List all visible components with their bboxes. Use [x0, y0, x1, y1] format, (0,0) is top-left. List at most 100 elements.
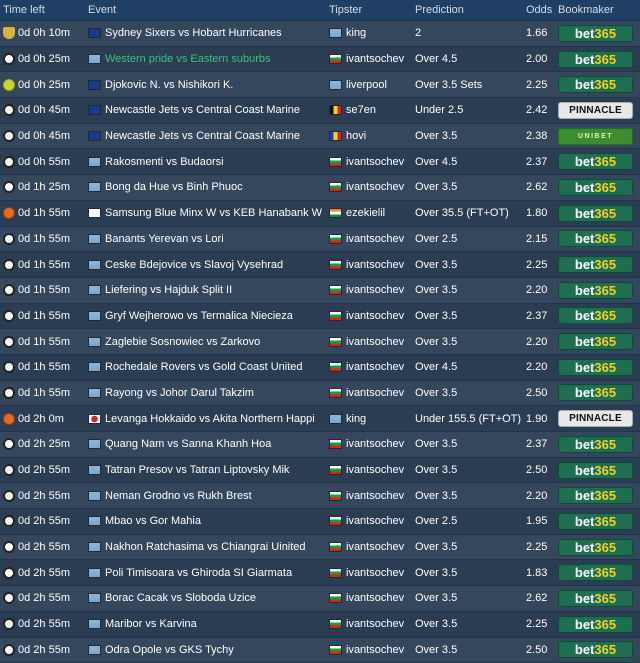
tipster-link[interactable]: ivantsochev	[346, 490, 404, 502]
event-link[interactable]: Odra Opole vs GKS Tychy	[105, 644, 234, 656]
table-row[interactable]: 0d 2h 55mTatran Presov vs Tatran Liptovs…	[0, 458, 640, 484]
table-row[interactable]: 0d 2h 55mPoli Timisoara vs Ghiroda SI Gi…	[0, 560, 640, 586]
bet365-logo[interactable]: bet365	[558, 513, 633, 530]
table-row[interactable]: 0d 1h 55mCeske Bdejovice vs Slavoj Vyseh…	[0, 252, 640, 278]
bet365-logo[interactable]: bet365	[558, 282, 633, 299]
event-link[interactable]: Bong da Hue vs Binh Phuoc	[105, 181, 243, 193]
unibet-logo[interactable]: UNIBET	[558, 128, 633, 145]
tipster-link[interactable]: ivantsochev	[346, 361, 404, 373]
table-row[interactable]: 0d 2h 55mNeman Grodno vs Rukh Brestivant…	[0, 483, 640, 509]
table-row[interactable]: 0d 0h 55mRakosmenti vs Budaorsiivantsoch…	[0, 149, 640, 175]
bet365-logo[interactable]: bet365	[558, 359, 633, 376]
tipster-link[interactable]: ivantsochev	[346, 310, 404, 322]
tipster-link[interactable]: ivantsochev	[346, 156, 404, 168]
event-link[interactable]: Rakosmenti vs Budaorsi	[105, 156, 224, 168]
pinnacle-logo[interactable]: PINNACLE	[558, 102, 633, 119]
event-link[interactable]: Quang Nam vs Sanna Khanh Hoa	[105, 438, 271, 450]
tipster-link[interactable]: ivantsochev	[346, 336, 404, 348]
header-event[interactable]: Event	[84, 4, 327, 16]
tipster-link[interactable]: hovi	[346, 130, 366, 142]
table-row[interactable]: 0d 0h 45mNewcastle Jets vs Central Coast…	[0, 124, 640, 150]
table-row[interactable]: 0d 2h 55mOdra Opole vs GKS Tychyivantsoc…	[0, 638, 640, 663]
header-prediction[interactable]: Prediction	[412, 4, 522, 16]
table-row[interactable]: 0d 2h 55mMaribor vs KarvinaivantsochevOv…	[0, 612, 640, 638]
event-link[interactable]: Tatran Presov vs Tatran Liptovsky Mik	[105, 464, 289, 476]
bet365-logo[interactable]: bet365	[558, 230, 633, 247]
event-link[interactable]: Ceske Bdejovice vs Slavoj Vysehrad	[105, 259, 283, 271]
table-row[interactable]: 0d 1h 25mBong da Hue vs Binh Phuocivants…	[0, 175, 640, 201]
bet365-logo[interactable]: bet365	[558, 25, 633, 42]
bet365-logo[interactable]: bet365	[558, 333, 633, 350]
event-link[interactable]: Djokovic N. vs Nishikori K.	[105, 79, 233, 91]
tipster-link[interactable]: ivantsochev	[346, 618, 404, 630]
event-link[interactable]: Samsung Blue Minx W vs KEB Hanabank W	[105, 207, 322, 219]
table-row[interactable]: 0d 0h 25mWestern pride vs Eastern suburb…	[0, 47, 640, 73]
header-bookmaker[interactable]: Bookmaker	[555, 4, 640, 16]
table-row[interactable]: 0d 2h 55mMbao vs Gor MahiaivantsochevOve…	[0, 509, 640, 535]
tipster-link[interactable]: se7en	[346, 104, 376, 116]
event-link[interactable]: Gryf Wejherowo vs Termalica Niecieza	[105, 310, 293, 322]
table-row[interactable]: 0d 1h 55mBanants Yerevan vs Loriivantsoc…	[0, 227, 640, 253]
bet365-logo[interactable]: bet365	[558, 616, 633, 633]
event-link[interactable]: Western pride vs Eastern suburbs	[105, 53, 270, 65]
table-row[interactable]: 0d 1h 55mZaglebie Sosnowiec vs Zarkovoiv…	[0, 329, 640, 355]
event-link[interactable]: Poli Timisoara vs Ghiroda SI Giarmata	[105, 567, 292, 579]
table-row[interactable]: 0d 0h 25mDjokovic N. vs Nishikori K.live…	[0, 72, 640, 98]
event-link[interactable]: Banants Yerevan vs Lori	[105, 233, 224, 245]
bet365-logo[interactable]: bet365	[558, 205, 633, 222]
tipster-link[interactable]: liverpool	[346, 79, 387, 91]
header-odds[interactable]: Odds	[522, 4, 555, 16]
bet365-logo[interactable]: bet365	[558, 539, 633, 556]
bet365-logo[interactable]: bet365	[558, 307, 633, 324]
tipster-link[interactable]: ivantsochev	[346, 438, 404, 450]
event-link[interactable]: Maribor vs Karvina	[105, 618, 197, 630]
bet365-logo[interactable]: bet365	[558, 51, 633, 68]
bet365-logo[interactable]: bet365	[558, 153, 633, 170]
bet365-logo[interactable]: bet365	[558, 590, 633, 607]
event-link[interactable]: Rochedale Rovers vs Gold Coast United	[105, 361, 302, 373]
tipster-link[interactable]: ivantsochev	[346, 541, 404, 553]
bet365-logo[interactable]: bet365	[558, 256, 633, 273]
bet365-logo[interactable]: bet365	[558, 462, 633, 479]
bet365-logo[interactable]: bet365	[558, 487, 633, 504]
event-link[interactable]: Sydney Sixers vs Hobart Hurricanes	[105, 27, 282, 39]
tipster-link[interactable]: ivantsochev	[346, 592, 404, 604]
bet365-logo[interactable]: bet365	[558, 436, 633, 453]
tipster-link[interactable]: king	[346, 413, 366, 425]
table-row[interactable]: 0d 1h 55mRayong vs Johor Darul Takzimiva…	[0, 381, 640, 407]
event-link[interactable]: Zaglebie Sosnowiec vs Zarkovo	[105, 336, 260, 348]
tipster-link[interactable]: ivantsochev	[346, 284, 404, 296]
event-link[interactable]: Levanga Hokkaido vs Akita Northern Happi	[105, 413, 315, 425]
table-row[interactable]: 0d 2h 25mQuang Nam vs Sanna Khanh Hoaiva…	[0, 432, 640, 458]
header-time-left[interactable]: Time left	[0, 4, 84, 16]
table-row[interactable]: 0d 0h 10mSydney Sixers vs Hobart Hurrica…	[0, 21, 640, 47]
bet365-logo[interactable]: bet365	[558, 641, 633, 658]
event-link[interactable]: Mbao vs Gor Mahia	[105, 515, 201, 527]
tipster-link[interactable]: ivantsochev	[346, 644, 404, 656]
table-row[interactable]: 0d 0h 45mNewcastle Jets vs Central Coast…	[0, 98, 640, 124]
tipster-link[interactable]: ivantsochev	[346, 53, 404, 65]
table-row[interactable]: 0d 1h 55mSamsung Blue Minx W vs KEB Hana…	[0, 201, 640, 227]
event-link[interactable]: Newcastle Jets vs Central Coast Marine	[105, 104, 300, 116]
tipster-link[interactable]: ivantsochev	[346, 259, 404, 271]
tipster-link[interactable]: ivantsochev	[346, 181, 404, 193]
bet365-logo[interactable]: bet365	[558, 76, 633, 93]
table-row[interactable]: 0d 1h 55mGryf Wejherowo vs Termalica Nie…	[0, 304, 640, 330]
tipster-link[interactable]: king	[346, 27, 366, 39]
header-tipster[interactable]: Tipster	[327, 4, 412, 16]
bet365-logo[interactable]: bet365	[558, 384, 633, 401]
table-row[interactable]: 0d 2h 0mLevanga Hokkaido vs Akita Northe…	[0, 406, 640, 432]
event-link[interactable]: Nakhon Ratchasima vs Chiangrai Uinited	[105, 541, 306, 553]
event-link[interactable]: Newcastle Jets vs Central Coast Marine	[105, 130, 300, 142]
tipster-link[interactable]: ivantsochev	[346, 567, 404, 579]
bet365-logo[interactable]: bet365	[558, 564, 633, 581]
tipster-link[interactable]: ivantsochev	[346, 387, 404, 399]
event-link[interactable]: Liefering vs Hajduk Split II	[105, 284, 232, 296]
bet365-logo[interactable]: bet365	[558, 179, 633, 196]
pinnacle-logo[interactable]: PINNACLE	[558, 410, 633, 427]
table-row[interactable]: 0d 2h 55mBorac Cacak vs Sloboda Uziceiva…	[0, 586, 640, 612]
tipster-link[interactable]: ivantsochev	[346, 233, 404, 245]
event-link[interactable]: Borac Cacak vs Sloboda Uzice	[105, 592, 256, 604]
table-row[interactable]: 0d 2h 55mNakhon Ratchasima vs Chiangrai …	[0, 535, 640, 561]
table-row[interactable]: 0d 1h 55mRochedale Rovers vs Gold Coast …	[0, 355, 640, 381]
